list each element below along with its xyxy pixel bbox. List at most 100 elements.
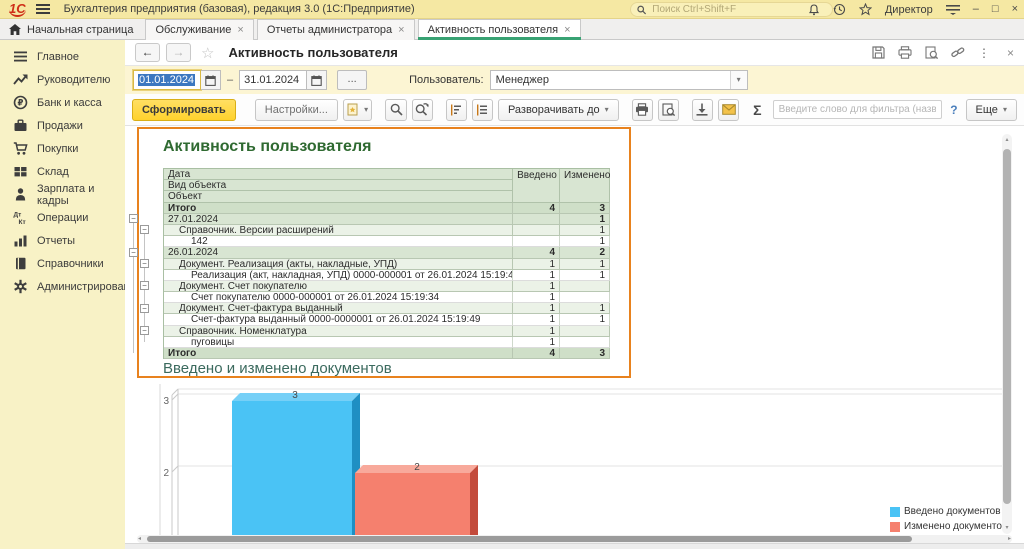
table-row[interactable]: пуговицы1 <box>164 337 610 348</box>
vertical-scrollbar[interactable]: ▴ ▾ <box>1002 134 1012 534</box>
collapse-group-icon[interactable]: − <box>140 281 149 290</box>
user-combobox[interactable]: Менеджер ▾ <box>490 70 748 90</box>
print-preview-icon[interactable] <box>925 46 938 59</box>
sidebar-item-sales[interactable]: Продажи <box>0 114 125 137</box>
tab-home[interactable]: Начальная страница <box>0 19 142 40</box>
table-row[interactable]: Документ. Реализация (акты, накладные, У… <box>164 259 610 270</box>
close-tab-icon[interactable]: × <box>564 24 570 36</box>
menu-icon <box>13 49 28 64</box>
current-user-button[interactable]: Директор <box>885 4 933 16</box>
collapse-group-icon[interactable]: − <box>129 214 138 223</box>
scroll-left-icon[interactable]: ◂ <box>138 535 141 543</box>
calendar-icon[interactable] <box>201 70 221 90</box>
more-button[interactable]: Еще ▾ <box>966 99 1017 121</box>
scroll-down-icon[interactable]: ▾ <box>1002 524 1012 532</box>
search-icon <box>637 5 646 15</box>
table-row[interactable]: Итого43 <box>164 348 610 359</box>
bar-changed[interactable]: 2 <box>355 462 478 535</box>
table-row[interactable]: Счет покупателю 0000-000001 от 26.01.202… <box>164 292 610 303</box>
tab-service[interactable]: Обслуживание × <box>145 19 253 40</box>
date-from-input[interactable]: 01.01.2024 <box>133 70 201 90</box>
period-options-button[interactable]: ... <box>337 70 367 90</box>
close-window-button[interactable]: × <box>1012 0 1018 19</box>
scroll-right-icon[interactable]: ▸ <box>1008 535 1011 543</box>
table-row[interactable]: Справочник. Версии расширений1 <box>164 225 610 236</box>
close-tab-icon[interactable]: × <box>398 24 404 36</box>
forward-button[interactable]: → <box>166 43 191 62</box>
more-actions-icon[interactable]: ⋮ <box>978 46 990 60</box>
collapse-group-icon[interactable]: − <box>140 225 149 234</box>
service-menu-icon[interactable] <box>946 4 960 15</box>
table-row[interactable]: 27.01.20241 <box>164 214 610 225</box>
sidebar-item-catalogs[interactable]: Справочники <box>0 252 125 275</box>
table-row[interactable]: 26.01.202442 <box>164 247 610 258</box>
bar-entered[interactable]: 3 <box>232 390 360 535</box>
generate-button[interactable]: Сформировать <box>132 99 236 121</box>
date-to-input[interactable]: 31.01.2024 <box>239 70 307 90</box>
notifications-bell-icon[interactable] <box>808 4 820 16</box>
table-row[interactable]: Справочник. Номенклатура1 <box>164 326 610 337</box>
horizontal-scrollbar[interactable]: ◂ ▸ <box>137 535 1012 543</box>
legend-swatch <box>890 507 900 517</box>
history-icon[interactable] <box>833 3 846 16</box>
tab-admin-reports[interactable]: Отчеты администратора × <box>257 19 415 40</box>
sidebar-item-main[interactable]: Главное <box>0 45 125 68</box>
sidebar-item-bank[interactable]: ₽ Банк и касса <box>0 91 125 114</box>
preview-button[interactable] <box>658 99 679 121</box>
sidebar-item-purchases[interactable]: Покупки <box>0 137 125 160</box>
vertical-scrollbar-thumb[interactable] <box>1003 149 1011 504</box>
table-row[interactable]: Реализация (акт, накладная, УПД) 0000-00… <box>164 270 610 281</box>
collapse-group-icon[interactable]: − <box>140 259 149 268</box>
sidebar-item-hr[interactable]: Зарплата и кадры <box>0 183 125 206</box>
table-row[interactable]: Документ. Счет покупателю1 <box>164 281 610 292</box>
save-icon[interactable] <box>872 46 885 59</box>
home-icon <box>9 24 21 35</box>
back-button[interactable]: ← <box>135 43 160 62</box>
expand-groups-button[interactable] <box>472 99 493 121</box>
section-sidebar: Главное Руководителю ₽ Банк и касса Прод… <box>0 40 125 549</box>
close-form-icon[interactable]: × <box>1007 46 1014 60</box>
table-row[interactable]: Документ. Счет-фактура выданный11 <box>164 303 610 314</box>
favorite-star-icon[interactable]: ☆ <box>201 44 214 62</box>
quick-filter-input[interactable] <box>773 100 943 119</box>
calendar-icon[interactable] <box>307 70 327 90</box>
sidebar-item-operations[interactable]: ДтКт Операции <box>0 206 125 229</box>
scroll-up-icon[interactable]: ▴ <box>1002 136 1012 144</box>
print-button[interactable] <box>632 99 653 121</box>
totals-sigma-icon[interactable]: Σ <box>753 102 761 118</box>
print-icon[interactable] <box>898 46 912 59</box>
close-tab-icon[interactable]: × <box>237 24 243 36</box>
global-search-input[interactable] <box>650 3 826 16</box>
save-file-button[interactable] <box>692 99 713 121</box>
table-row[interactable]: Итого43 <box>164 203 610 214</box>
maximize-button[interactable]: □ <box>992 0 999 19</box>
find-button[interactable] <box>385 99 406 121</box>
sidebar-item-administration[interactable]: Администрирование <box>0 275 125 298</box>
collapse-group-icon[interactable]: − <box>129 248 138 257</box>
settings-button[interactable]: Настройки... <box>255 99 338 121</box>
minimize-button[interactable]: – <box>973 0 979 19</box>
report-viewport[interactable]: Активность пользователя Дата Вид объекта… <box>125 126 1024 549</box>
table-row[interactable]: 1421 <box>164 236 610 247</box>
tab-user-activity[interactable]: Активность пользователя × <box>418 19 581 40</box>
sidebar-item-warehouse[interactable]: Склад <box>0 160 125 183</box>
report-variants-button[interactable]: ▾ <box>343 99 373 121</box>
sidebar-item-reports[interactable]: Отчеты <box>0 229 125 252</box>
user-filter-label: Пользователь: <box>409 74 483 86</box>
horizontal-scrollbar-thumb[interactable] <box>147 536 912 542</box>
dtkt-icon: ДтКт <box>13 210 28 225</box>
chevron-down-icon[interactable]: ▾ <box>730 71 747 89</box>
collapse-groups-button[interactable] <box>446 99 467 121</box>
help-icon[interactable]: ? <box>950 103 957 117</box>
collapse-group-icon[interactable]: − <box>140 326 149 335</box>
sidebar-item-manager[interactable]: Руководителю <box>0 68 125 91</box>
send-email-button[interactable] <box>718 99 739 121</box>
expand-to-button[interactable]: Разворачивать до ▾ <box>498 99 619 121</box>
favorites-star-icon[interactable] <box>859 3 872 16</box>
global-search-box[interactable] <box>630 2 833 17</box>
main-menu-icon[interactable] <box>36 4 50 14</box>
collapse-group-icon[interactable]: − <box>140 304 149 313</box>
cancel-find-button[interactable] <box>412 99 433 121</box>
link-icon[interactable] <box>951 46 965 59</box>
table-row[interactable]: Счет-фактура выданный 0000-0000001 от 26… <box>164 314 610 325</box>
